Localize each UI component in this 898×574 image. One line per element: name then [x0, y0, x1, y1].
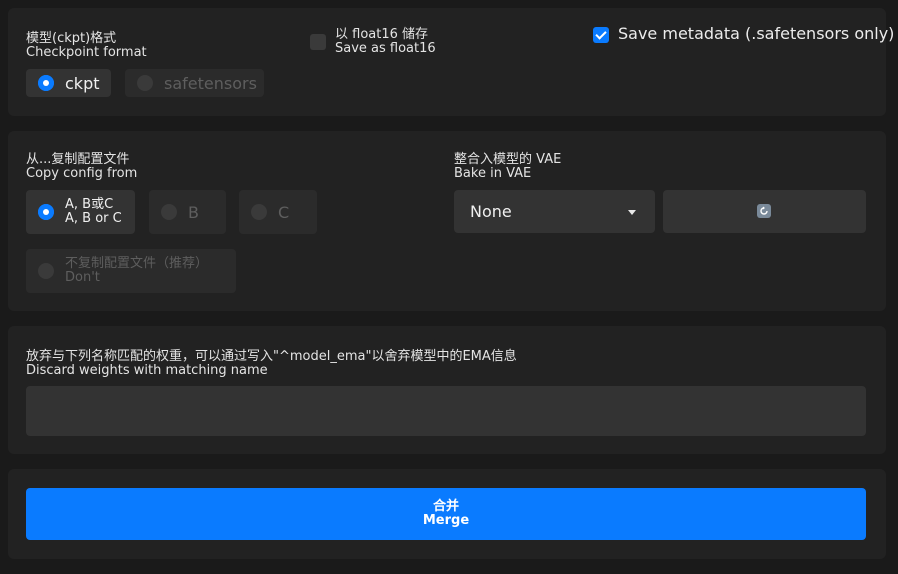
config-option-abc-label: A, B或C A, B or C — [65, 198, 122, 226]
config-option-none-en: Don't — [65, 270, 100, 285]
discard-label: 放弃与下列名称匹配的权重，可以通过写入"^model_ema"以舍弃模型中的EM… — [26, 350, 517, 378]
config-label-zh: 从...复制配置文件 — [26, 152, 130, 167]
radio-unselected-icon — [38, 263, 54, 279]
merge-panel: 合并 Merge — [8, 469, 886, 559]
vae-refresh-button[interactable] — [663, 190, 866, 233]
config-option-b[interactable]: B — [149, 190, 226, 234]
vae-label: 整合入模型的 VAE Bake in VAE — [454, 153, 561, 181]
float16-checkbox[interactable] — [310, 34, 326, 50]
format-option-ckpt[interactable]: ckpt — [26, 69, 111, 97]
radio-unselected-icon — [161, 204, 177, 220]
config-option-abc-en: A, B or C — [65, 211, 122, 226]
config-option-none-label: 不复制配置文件（推荐） Don't — [65, 257, 208, 285]
vae-dropdown[interactable]: None — [454, 190, 655, 233]
merge-button[interactable]: 合并 Merge — [26, 488, 866, 540]
format-option-safetensors[interactable]: safetensors — [125, 69, 264, 97]
float16-label: 以 float16 储存 Save as float16 — [335, 28, 436, 56]
radio-selected-icon — [38, 75, 54, 91]
config-option-c-label: C — [278, 202, 290, 222]
radio-selected-icon — [38, 204, 54, 220]
config-label-en: Copy config from — [26, 166, 138, 181]
refresh-icon — [757, 204, 771, 218]
config-option-none[interactable]: 不复制配置文件（推荐） Don't — [26, 249, 236, 293]
discard-label-zh: 放弃与下列名称匹配的权重，可以通过写入"^model_ema"以舍弃模型中的EM… — [26, 349, 517, 364]
chevron-down-icon — [628, 210, 636, 215]
vae-label-en: Bake in VAE — [454, 166, 532, 181]
radio-unselected-icon — [251, 204, 267, 220]
format-panel: 模型(ckpt)格式 Checkpoint format ckpt safete… — [8, 8, 894, 116]
config-option-c[interactable]: C — [239, 190, 317, 234]
vae-label-zh: 整合入模型的 VAE — [454, 152, 562, 167]
format-label-zh: 模型(ckpt)格式 — [26, 31, 117, 46]
merge-label-en: Merge — [422, 513, 470, 528]
format-option-safetensors-label: safetensors — [164, 73, 257, 93]
config-option-b-label: B — [188, 202, 199, 222]
format-option-ckpt-label: ckpt — [65, 73, 100, 93]
metadata-checkbox[interactable] — [593, 27, 609, 43]
config-option-abc[interactable]: A, B或C A, B or C — [26, 190, 135, 234]
merge-label-zh: 合并 — [432, 499, 459, 514]
config-label: 从...复制配置文件 Copy config from — [26, 153, 137, 181]
discard-label-en: Discard weights with matching name — [26, 363, 268, 378]
discard-input[interactable] — [26, 386, 866, 436]
format-label-en: Checkpoint format — [26, 45, 147, 60]
config-option-none-zh: 不复制配置文件（推荐） — [65, 256, 209, 271]
radio-unselected-icon — [137, 75, 153, 91]
discard-panel: 放弃与下列名称匹配的权重，可以通过写入"^model_ema"以舍弃模型中的EM… — [8, 326, 886, 454]
float16-label-en: Save as float16 — [335, 41, 436, 56]
config-option-abc-zh: A, B或C — [65, 197, 114, 212]
metadata-label: Save metadata (.safetensors only) — [618, 24, 895, 43]
format-label: 模型(ckpt)格式 Checkpoint format — [26, 32, 147, 60]
float16-label-zh: 以 float16 储存 — [335, 27, 429, 42]
vae-dropdown-value: None — [470, 202, 512, 221]
config-panel: 从...复制配置文件 Copy config from A, B或C A, B … — [8, 131, 886, 311]
